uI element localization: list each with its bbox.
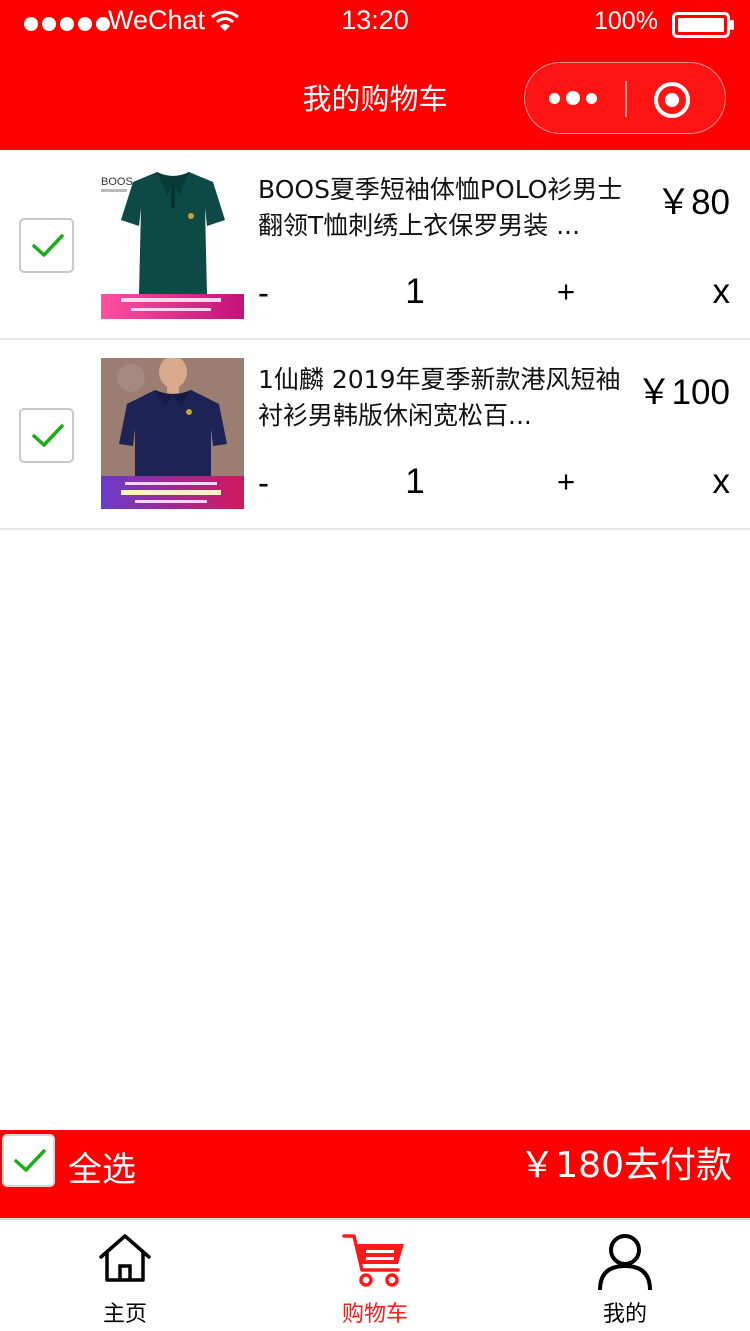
product-image-polo-navy[interactable] <box>101 358 244 509</box>
user-icon <box>598 1234 652 1291</box>
home-icon <box>99 1234 151 1282</box>
tab-home[interactable]: 主页 <box>0 1220 250 1331</box>
product-title[interactable]: 1仙麟 2019年夏季新款港风短袖衬衫男韩版休闲宽松百... <box>258 362 638 434</box>
cart-item: BOOS BOOS夏季短袖体恤POLO衫男士翻领T恤刺绣上衣保罗男装 ... ￥… <box>0 150 750 340</box>
header: WeChat 13:20 100% 我的购物车 <box>0 0 750 150</box>
tab-label: 我的 <box>602 1302 647 1327</box>
tab-bar: 主页 购物车 我的 <box>0 1218 750 1331</box>
checkout-bar: 全选 ￥180去付款 <box>0 1130 750 1218</box>
remove-item-button[interactable]: x <box>713 462 731 502</box>
select-all-checkbox[interactable] <box>2 1134 55 1187</box>
tab-label: 购物车 <box>341 1302 408 1327</box>
item-checkbox[interactable] <box>19 218 74 273</box>
increase-quantity-button[interactable]: + <box>557 274 575 310</box>
select-all-label[interactable]: 全选 <box>68 1142 136 1191</box>
product-image-polo-green[interactable]: BOOS <box>101 168 244 319</box>
status-bar: WeChat 13:20 100% <box>0 0 750 46</box>
quantity-value: 1 <box>405 462 425 501</box>
product-title[interactable]: BOOS夏季短袖体恤POLO衫男士翻领T恤刺绣上衣保罗男装 ... <box>258 172 638 244</box>
mini-program-capsule <box>524 62 726 134</box>
more-dots-icon[interactable] <box>549 91 597 105</box>
capsule-divider <box>625 81 627 117</box>
tab-mine[interactable]: 我的 <box>500 1220 750 1331</box>
tab-label: 主页 <box>102 1302 147 1327</box>
cart-item: 1仙麟 2019年夏季新款港风短袖衬衫男韩版休闲宽松百... ￥100 - 1 … <box>0 340 750 530</box>
quantity-value: 1 <box>405 272 425 311</box>
battery-percentage: 100% <box>594 7 658 35</box>
increase-quantity-button[interactable]: + <box>557 464 575 500</box>
checkmark-icon <box>32 234 64 257</box>
checkmark-icon <box>32 424 64 447</box>
tab-cart[interactable]: 购物车 <box>250 1220 500 1331</box>
decrease-quantity-button[interactable]: - <box>258 464 269 502</box>
item-checkbox[interactable] <box>19 408 74 463</box>
product-price: ￥80 <box>656 183 730 222</box>
record-target-icon[interactable] <box>653 81 691 119</box>
pay-button[interactable]: ￥180去付款 <box>519 1136 732 1188</box>
checkmark-icon <box>14 1149 46 1172</box>
remove-item-button[interactable]: x <box>713 272 731 312</box>
decrease-quantity-button[interactable]: - <box>258 274 269 312</box>
cart-list: BOOS BOOS夏季短袖体恤POLO衫男士翻领T恤刺绣上衣保罗男装 ... ￥… <box>0 150 750 530</box>
battery-icon <box>672 12 734 38</box>
shopping-cart-icon <box>342 1234 404 1287</box>
svg-text:BOOS: BOOS <box>101 176 133 188</box>
product-price: ￥100 <box>636 373 730 412</box>
